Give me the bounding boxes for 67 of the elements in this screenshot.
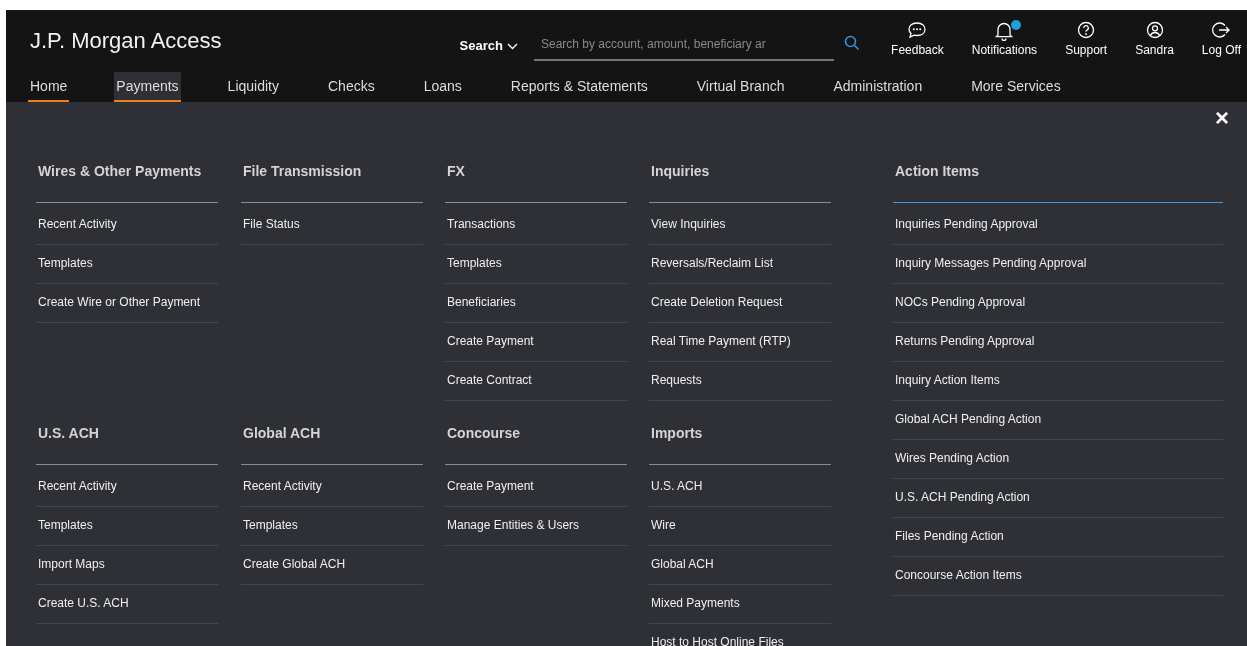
menu-link[interactable]: Concourse Action Items — [893, 557, 1223, 596]
menu-link[interactable]: Create Payment — [445, 323, 627, 362]
menu-link[interactable]: Wires Pending Action — [893, 440, 1223, 479]
menu-link[interactable]: Real Time Payment (RTP) — [649, 323, 831, 362]
menu-link[interactable]: Inquiry Messages Pending Approval — [893, 245, 1223, 284]
menu-link[interactable]: Returns Pending Approval — [893, 323, 1223, 362]
speech-bubble-icon — [906, 20, 929, 41]
menu-link[interactable]: Templates — [241, 507, 423, 546]
section-heading: File Transmission — [241, 157, 423, 203]
menu-link[interactable]: Recent Activity — [36, 206, 218, 245]
close-button[interactable]: × — [1215, 106, 1229, 130]
menu-link[interactable]: U.S. ACH Pending Action — [893, 479, 1223, 518]
nav-tab[interactable]: More Services — [969, 72, 1063, 102]
menu-link[interactable]: Recent Activity — [36, 468, 218, 507]
menu-link[interactable]: Templates — [36, 507, 218, 546]
section-heading: U.S. ACH — [36, 419, 218, 465]
menu-link[interactable]: Create Deletion Request — [649, 284, 831, 323]
menu-link[interactable]: Global ACH Pending Action — [893, 401, 1223, 440]
menu-link[interactable]: Global ACH — [649, 546, 831, 585]
menu-link[interactable]: Import Maps — [36, 546, 218, 585]
nav-tab[interactable]: Liquidity — [225, 72, 281, 102]
menu-link[interactable]: Create Global ACH — [241, 546, 423, 585]
menu-link[interactable]: Templates — [36, 245, 218, 284]
menu-link[interactable]: Wire — [649, 507, 831, 546]
menu-link[interactable]: Mixed Payments — [649, 585, 831, 624]
search-field[interactable]: Search by account, amount, beneficiary ar — [533, 28, 834, 61]
nav-tab[interactable]: Administration — [831, 72, 925, 102]
notifications-button[interactable]: Notifications — [971, 20, 1038, 61]
menu-link[interactable]: Requests — [649, 362, 831, 401]
menu-link[interactable]: U.S. ACH — [649, 468, 831, 507]
menu-link[interactable]: Create Contract — [445, 362, 627, 401]
menu-link[interactable]: Create U.S. ACH — [36, 585, 218, 624]
user-button[interactable]: Sandra — [1135, 20, 1174, 61]
menu-link[interactable]: Templates — [445, 245, 627, 284]
menu-link[interactable]: NOCs Pending Approval — [893, 284, 1223, 323]
nav-tab[interactable]: Payments — [114, 72, 181, 102]
menu-link[interactable]: Transactions — [445, 206, 627, 245]
section-heading: Action Items — [893, 157, 1223, 203]
menu-link[interactable]: Recent Activity — [241, 468, 423, 507]
section-heading: Wires & Other Payments — [36, 157, 218, 203]
menu-link[interactable]: Reversals/Reclaim List — [649, 245, 831, 284]
search-scope-dropdown[interactable]: Search — [459, 31, 518, 61]
menu-link[interactable]: Inquiry Action Items — [893, 362, 1223, 401]
app-logo: J.P. Morgan Access — [30, 27, 222, 55]
search-icon[interactable] — [843, 35, 860, 51]
section-heading: Imports — [649, 419, 831, 465]
feedback-button[interactable]: Feedback — [891, 20, 944, 61]
section-heading: Concourse — [445, 419, 627, 465]
support-button[interactable]: Support — [1065, 20, 1108, 61]
log-off-button[interactable]: Log Off — [1201, 20, 1241, 61]
nav-tab[interactable]: Checks — [326, 72, 377, 102]
nav-tab[interactable]: Loans — [421, 72, 464, 102]
menu-link[interactable]: Create Payment — [445, 468, 627, 507]
menu-link[interactable]: View Inquiries — [649, 206, 831, 245]
menu-link[interactable]: Create Wire or Other Payment — [36, 284, 218, 323]
nav-tab[interactable]: Reports & Statements — [508, 72, 650, 102]
section-heading: FX — [445, 157, 627, 203]
menu-link[interactable]: Manage Entities & Users — [445, 507, 627, 546]
menu-link[interactable]: Files Pending Action — [893, 518, 1223, 557]
menu-link[interactable]: Host to Host Online Files — [649, 624, 831, 646]
section-heading: Global ACH — [241, 419, 423, 465]
section-heading: Inquiries — [649, 157, 831, 203]
nav-tab[interactable]: Virtual Branch — [694, 72, 787, 102]
chevron-down-icon — [506, 42, 518, 50]
menu-link[interactable]: Beneficiaries — [445, 284, 627, 323]
menu-link[interactable]: Inquiries Pending Approval — [893, 206, 1223, 245]
menu-link[interactable]: File Status — [241, 206, 423, 245]
